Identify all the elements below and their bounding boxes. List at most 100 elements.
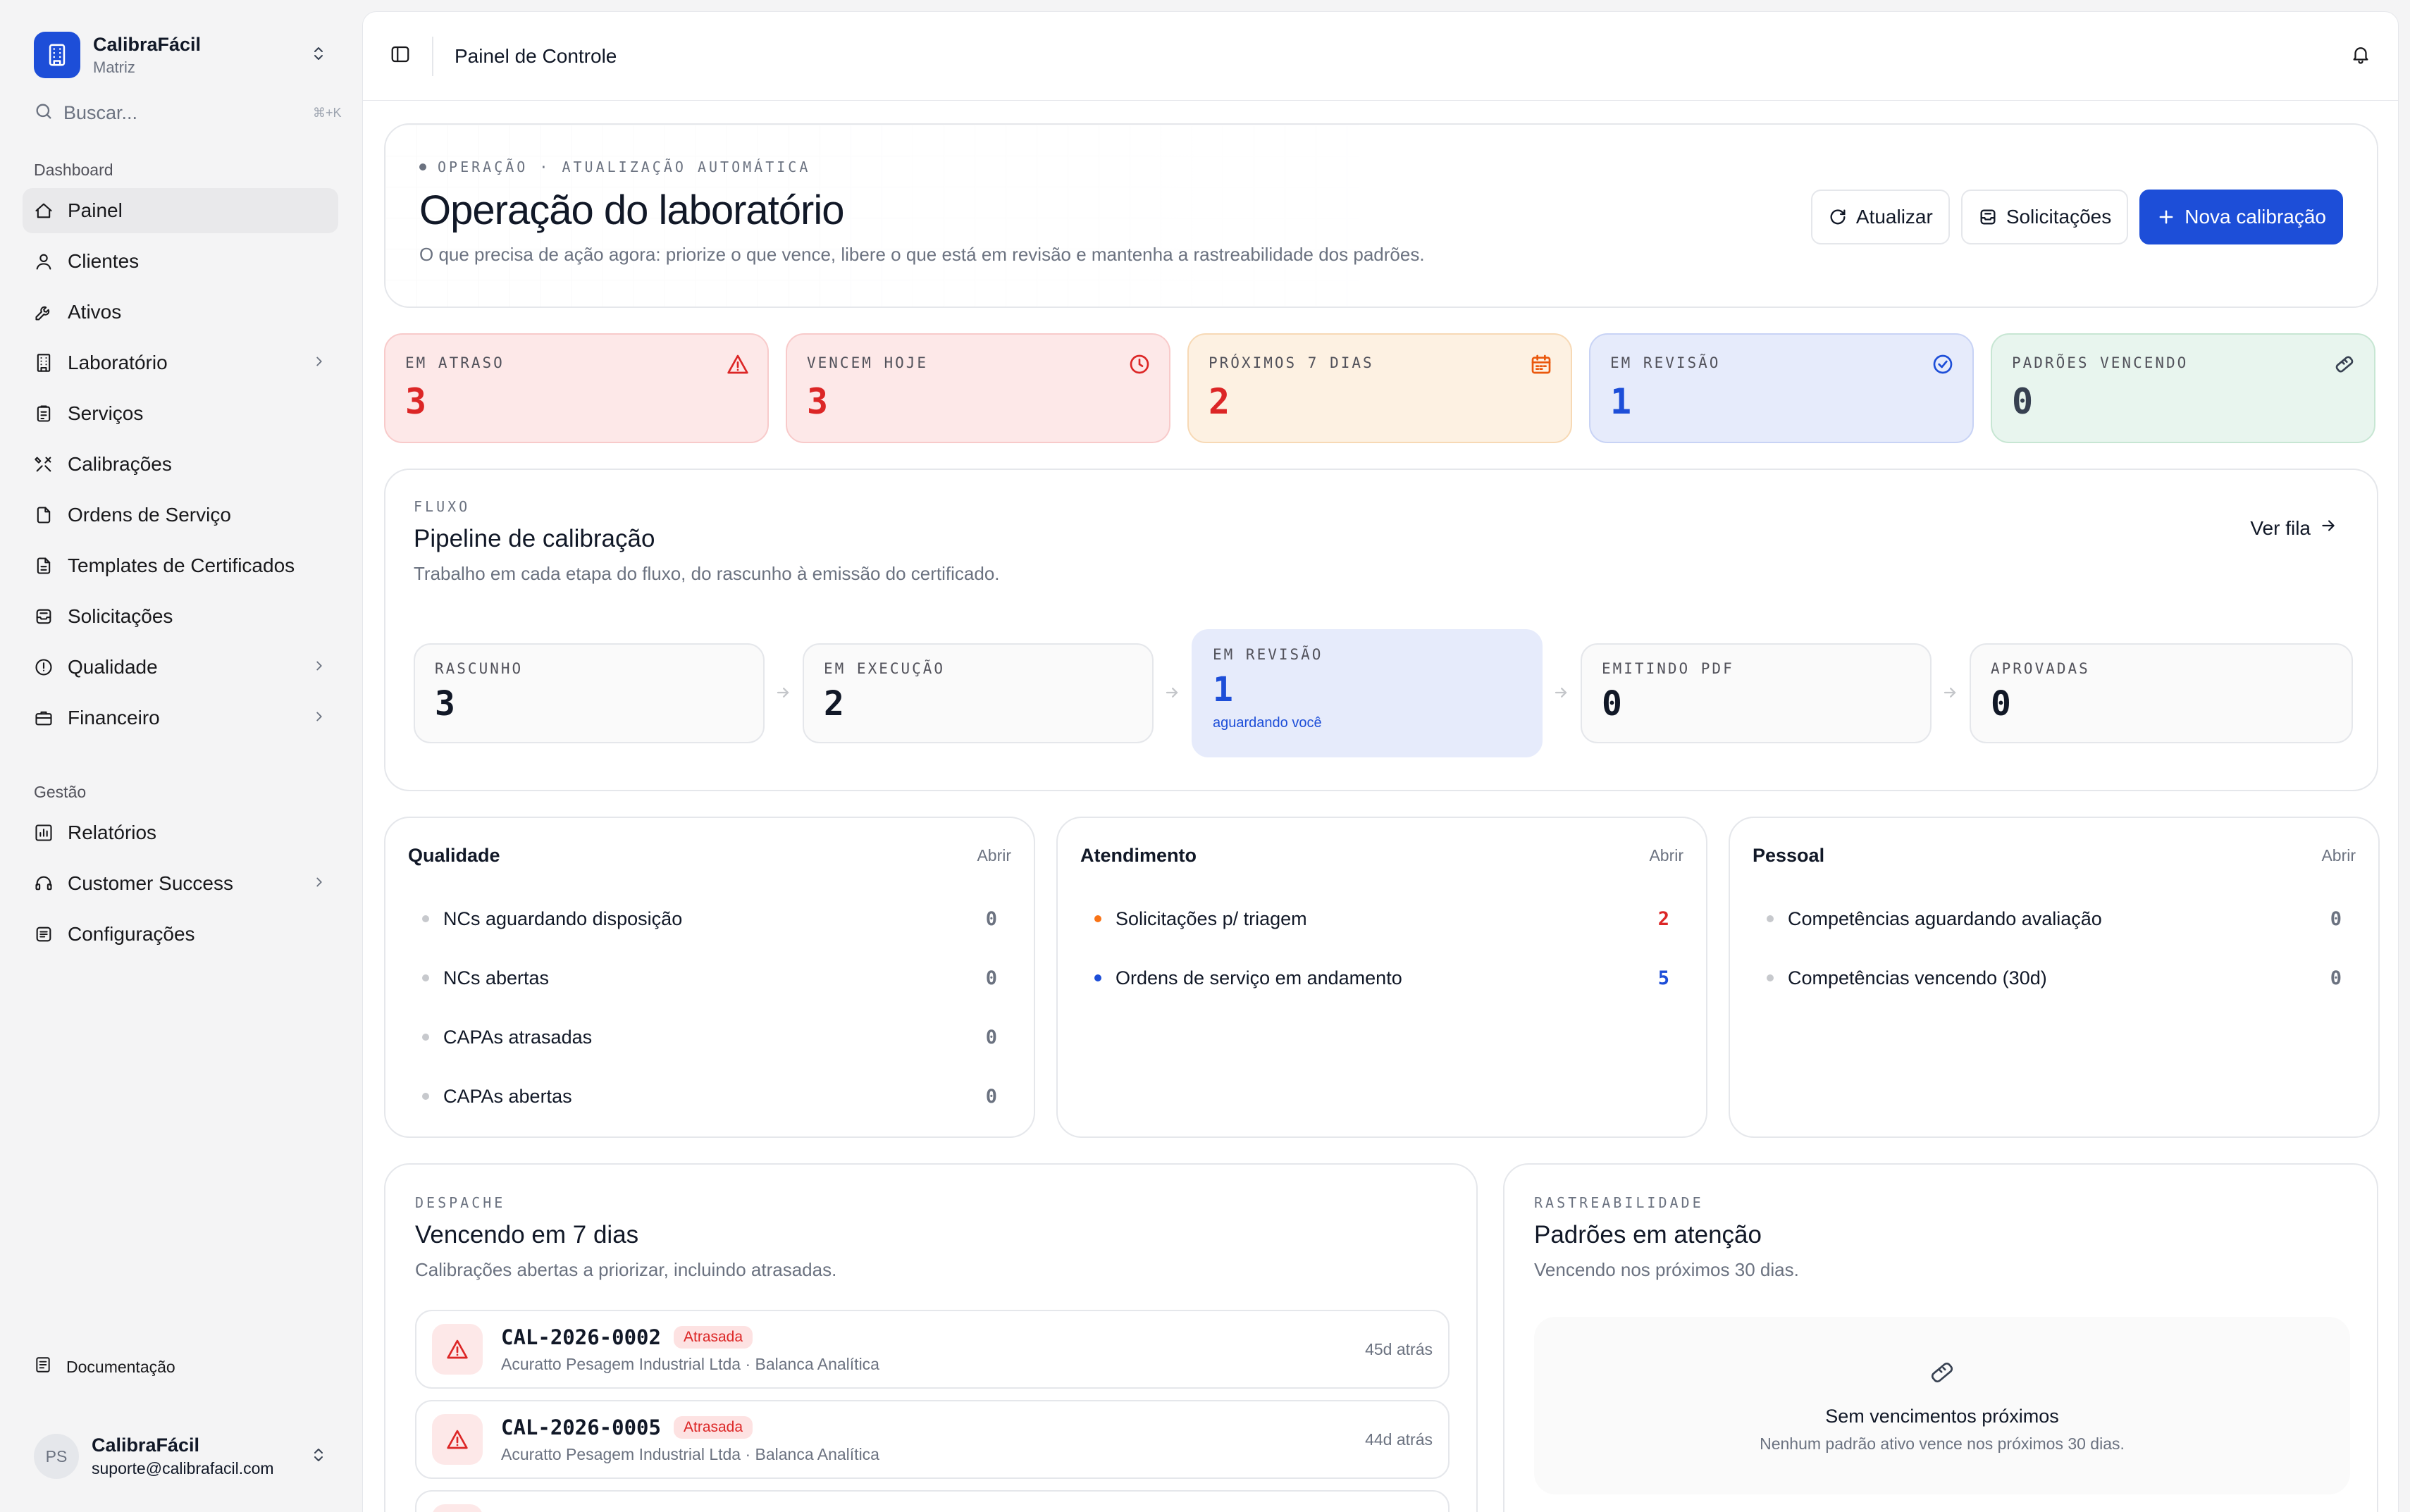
list-item-value: 0 bbox=[985, 967, 997, 989]
sidebar-item-label: Laboratório bbox=[68, 352, 168, 373]
check-circle-icon bbox=[1932, 353, 1954, 379]
kpi-due-today[interactable]: VENCEM HOJE 3 bbox=[786, 333, 1170, 443]
list-item[interactable]: NCs abertas 0 bbox=[408, 948, 1011, 1008]
sidebar-toggle-icon[interactable] bbox=[390, 44, 411, 68]
due-card: DESPACHE Vencendo em 7 dias Calibrações … bbox=[384, 1163, 1478, 1512]
view-queue-link[interactable]: Ver fila bbox=[2250, 516, 2337, 540]
kpi-in-review[interactable]: EM REVISÃO 1 bbox=[1589, 333, 1974, 443]
list-item[interactable]: CAPAs atrasadas 0 bbox=[408, 1008, 1011, 1067]
list-item-label: CAPAs atrasadas bbox=[443, 1026, 593, 1048]
section-eyebrow: DESPACHE bbox=[415, 1194, 506, 1211]
kpi-next-7-days[interactable]: PRÓXIMOS 7 DIAS 2 bbox=[1187, 333, 1572, 443]
sidebar-item-label: Configurações bbox=[68, 923, 195, 945]
chevron-right-icon bbox=[311, 352, 327, 374]
sidebar-item-clientes[interactable]: Clientes bbox=[23, 239, 338, 284]
status-dot bbox=[1767, 974, 1774, 981]
calibration-row[interactable]: CAL-2026-0006Atrasada bbox=[415, 1490, 1450, 1512]
inbox-icon bbox=[1978, 207, 1998, 227]
building-icon bbox=[34, 353, 54, 373]
arrow-right-icon bbox=[1940, 683, 1960, 706]
org-switcher[interactable]: CalibraFácil Matriz bbox=[23, 31, 338, 79]
documentation-link[interactable]: Documentação bbox=[23, 1346, 338, 1388]
calibration-code: CAL-2026-0005 bbox=[501, 1415, 661, 1439]
list-item[interactable]: NCs aguardando disposição 0 bbox=[408, 889, 1011, 948]
calendar-icon bbox=[1530, 353, 1552, 379]
search-bar[interactable]: ⌘+K bbox=[23, 92, 342, 134]
kpi-value: 1 bbox=[1610, 381, 1632, 422]
nav-manage: Relatórios Customer Success Configurações bbox=[23, 810, 338, 957]
list-item[interactable]: Competências vencendo (30d) 0 bbox=[1753, 948, 2356, 1008]
search-icon bbox=[34, 101, 54, 125]
open-link[interactable]: Abrir bbox=[1649, 846, 1683, 865]
sidebar-item-qualidade[interactable]: Qualidade bbox=[23, 645, 338, 690]
kpi-label: PADRÕES VENCENDO bbox=[2012, 354, 2189, 371]
requests-button[interactable]: Solicitações bbox=[1960, 190, 2129, 244]
sidebar-item-label: Ativos bbox=[68, 301, 122, 323]
open-link[interactable]: Abrir bbox=[977, 846, 1011, 865]
status-badge: Atrasada bbox=[673, 1415, 753, 1439]
calibration-subtitle: Acuratto Pesagem Industrial Ltda · Balan… bbox=[501, 1444, 879, 1463]
empty-state: Sem vencimentos próximos Nenhum padrão a… bbox=[1534, 1317, 2350, 1494]
calibration-row[interactable]: CAL-2026-0002 Atrasada Acuratto Pesagem In… bbox=[415, 1310, 1450, 1389]
alert-triangle-icon bbox=[432, 1504, 483, 1512]
open-link[interactable]: Abrir bbox=[2321, 846, 2356, 865]
sidebar-item-label: Painel bbox=[68, 199, 123, 221]
sidebar-item-ativos[interactable]: Ativos bbox=[23, 290, 338, 335]
bell-icon[interactable] bbox=[2350, 44, 2371, 68]
sidebar-item-label: Customer Success bbox=[68, 872, 233, 894]
arrow-right-icon bbox=[773, 683, 793, 706]
list-item[interactable]: Ordens de serviço em andamento 5 bbox=[1080, 948, 1683, 1008]
search-input[interactable] bbox=[63, 101, 313, 124]
hero-eyebrow: OPERAÇÃO · ATUALIZAÇÃO AUTOMÁTICA bbox=[438, 159, 811, 175]
stage-emitting-pdf[interactable]: EMITINDO PDF 0 bbox=[1581, 643, 1932, 743]
kpi-value: 3 bbox=[405, 381, 427, 422]
list-item-value: 2 bbox=[1657, 907, 1669, 930]
kpi-overdue[interactable]: EM ATRASO 3 bbox=[384, 333, 769, 443]
sidebar-item-relatorios[interactable]: Relatórios bbox=[23, 810, 338, 855]
section-description: Trabalho em cada etapa do fluxo, do rasc… bbox=[414, 563, 1000, 584]
chevrons-up-down-icon[interactable] bbox=[310, 45, 327, 66]
stage-review[interactable]: EM REVISÃO 1 aguardando você bbox=[1192, 629, 1543, 757]
sidebar-item-customer-success[interactable]: Customer Success bbox=[23, 861, 338, 906]
list-item-label: NCs aguardando disposição bbox=[443, 907, 683, 929]
empty-title: Sem vencimentos próximos bbox=[1825, 1405, 2059, 1427]
sidebar-item-financeiro[interactable]: Financeiro bbox=[23, 695, 338, 740]
new-calibration-button[interactable]: Nova calibração bbox=[2139, 190, 2343, 244]
kpi-standards-expiring[interactable]: PADRÕES VENCENDO 0 bbox=[1991, 333, 2375, 443]
calibration-row[interactable]: CAL-2026-0005 Atrasada Acuratto Pesagem In… bbox=[415, 1400, 1450, 1479]
building-icon bbox=[34, 32, 80, 78]
sidebar-item-calibracoes[interactable]: Calibrações bbox=[23, 442, 338, 487]
refresh-button[interactable]: Atualizar bbox=[1810, 190, 1950, 244]
org-name: CalibraFácil bbox=[93, 33, 202, 55]
sidebar-item-templates-de-certificados[interactable]: Templates de Certificados bbox=[23, 543, 338, 588]
sidebar: CalibraFácil Matriz ⌘+K Dashboard Painel… bbox=[0, 0, 361, 1512]
chevrons-up-down-icon bbox=[310, 1446, 327, 1467]
sidebar-item-solicitacoes[interactable]: Solicitações bbox=[23, 594, 338, 639]
user-menu[interactable]: PS CalibraFácil suporte@calibrafacil.com bbox=[23, 1430, 338, 1482]
dashboard-icon bbox=[34, 201, 54, 221]
sidebar-item-configuracoes[interactable]: Configurações bbox=[23, 912, 338, 957]
section-description: Vencendo nos próximos 30 dias. bbox=[1534, 1259, 1799, 1280]
status-dot bbox=[1094, 915, 1101, 922]
kpi-value: 3 bbox=[807, 381, 829, 422]
stage-draft[interactable]: RASCUNHO 3 bbox=[414, 643, 765, 743]
status-dot bbox=[422, 1093, 429, 1100]
chevron-right-icon bbox=[311, 707, 327, 729]
stage-approved[interactable]: APROVADAS 0 bbox=[1970, 643, 2353, 743]
sidebar-item-servicos[interactable]: Serviços bbox=[23, 391, 338, 436]
sidebar-item-painel[interactable]: Painel bbox=[23, 188, 338, 233]
list-item[interactable]: Solicitações p/ triagem 2 bbox=[1080, 889, 1683, 948]
stage-label: EM REVISÃO bbox=[1213, 646, 1323, 663]
card-title: Atendimento bbox=[1080, 845, 1197, 866]
list-item[interactable]: CAPAs abertas 0 bbox=[408, 1067, 1011, 1126]
list-item-label: Ordens de serviço em andamento bbox=[1116, 967, 1402, 989]
stage-executing[interactable]: EM EXECUÇÃO 2 bbox=[803, 643, 1154, 743]
sidebar-item-ordens-de-servico[interactable]: Ordens de Serviço bbox=[23, 492, 338, 538]
topbar: Painel de Controle bbox=[363, 12, 2398, 101]
user-email: suporte@calibrafacil.com bbox=[92, 1459, 274, 1477]
sidebar-item-label: Solicitações bbox=[68, 605, 173, 627]
stage-value: 3 bbox=[435, 684, 455, 724]
sidebar-item-laboratorio[interactable]: Laboratório bbox=[23, 340, 338, 385]
list-item[interactable]: Competências aguardando avaliação 0 bbox=[1753, 889, 2356, 948]
tag-icon bbox=[1928, 1358, 1956, 1390]
